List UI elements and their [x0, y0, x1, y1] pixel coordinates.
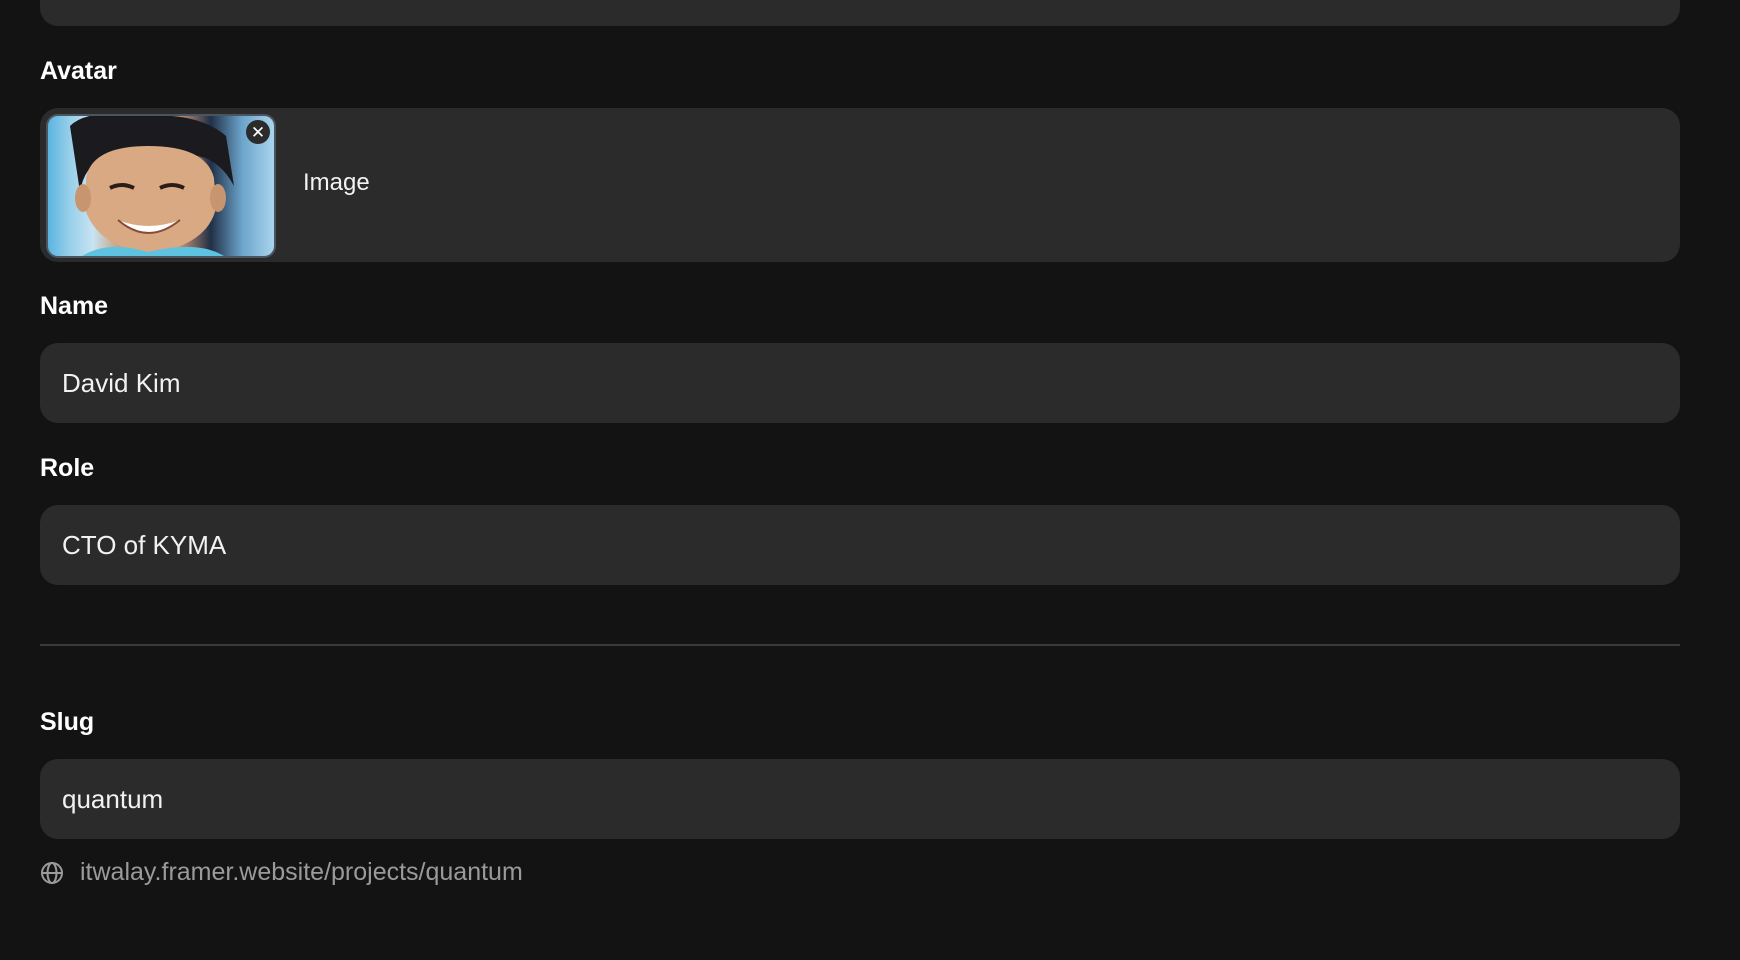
name-label: Name — [40, 292, 109, 320]
previous-field-input[interactable] — [40, 0, 1680, 26]
role-label: Role — [40, 454, 95, 482]
slug-url-preview: itwalay.framer.website/projects/quantum — [40, 860, 523, 885]
slug-url-text[interactable]: itwalay.framer.website/projects/quantum — [80, 860, 523, 885]
avatar-image-caption: Image — [303, 169, 370, 196]
role-input-value: CTO of KYMA — [62, 529, 227, 560]
avatar-image[interactable]: ✕ — [46, 114, 276, 258]
avatar-field[interactable]: ✕ Image — [40, 108, 1680, 262]
close-icon: ✕ — [250, 122, 266, 142]
remove-image-button[interactable]: ✕ — [246, 120, 270, 144]
avatar-label: Avatar — [40, 57, 117, 85]
slug-label: Slug — [40, 708, 95, 736]
role-input[interactable]: CTO of KYMA — [40, 505, 1680, 585]
person-photo-icon — [70, 116, 234, 256]
slug-input-value: quantum — [62, 783, 164, 814]
globe-icon — [41, 861, 63, 884]
slug-input[interactable]: quantum — [40, 759, 1680, 839]
section-divider — [40, 644, 1680, 646]
name-input-value: David Kim — [62, 367, 181, 398]
name-input[interactable]: David Kim — [40, 343, 1680, 423]
